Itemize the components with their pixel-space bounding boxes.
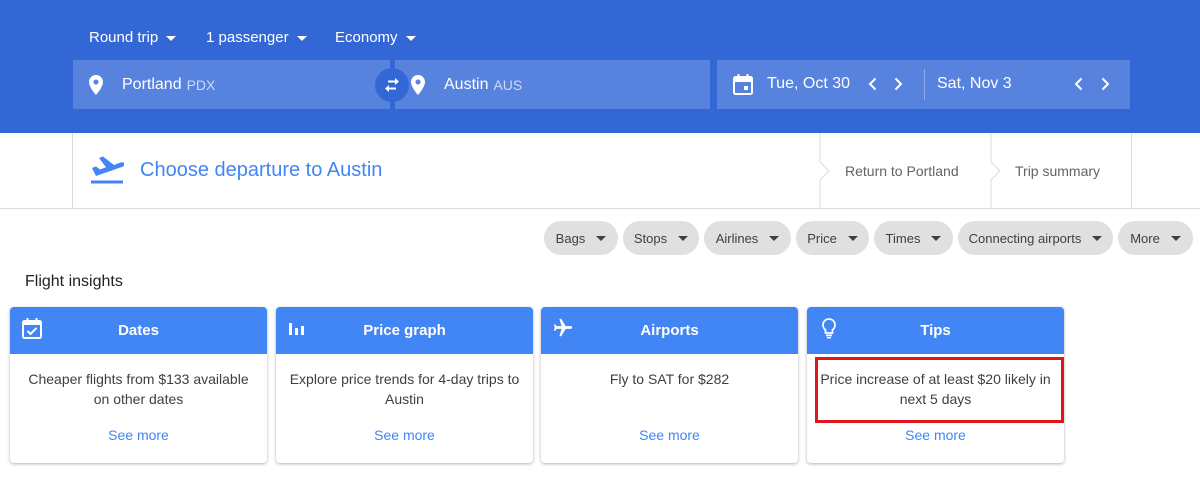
- caret-down-icon: [769, 236, 780, 241]
- highlight-box: [815, 357, 1064, 423]
- card-title: Airports: [640, 322, 699, 339]
- filter-connecting-airports[interactable]: Connecting airports: [958, 221, 1113, 255]
- chevron-left-icon: [1074, 77, 1083, 91]
- swap-locations-button[interactable]: [375, 68, 409, 102]
- filter-price[interactable]: Price: [796, 221, 869, 255]
- filter-label: Connecting airports: [968, 230, 1082, 246]
- filter-label: Stops: [633, 230, 668, 246]
- card-body: Explore price trends for 4-day trips to …: [289, 371, 520, 407]
- passengers-label: 1 passenger: [206, 28, 289, 46]
- caret-down-icon: [596, 236, 607, 241]
- flight-takeoff-icon: [91, 156, 124, 184]
- cabin-class-dropdown[interactable]: Economy: [335, 27, 416, 47]
- return-date[interactable]: Sat, Nov 3: [937, 75, 1012, 93]
- insight-card-airports[interactable]: Airports Fly to SAT for $282 See more: [541, 307, 798, 463]
- caret-down-icon: [847, 236, 858, 241]
- calendar-icon: [733, 74, 753, 95]
- filter-stops[interactable]: Stops: [623, 221, 699, 255]
- filter-bags[interactable]: Bags: [544, 221, 618, 255]
- current-step-title: Choose departure to Austin: [140, 159, 383, 181]
- passengers-dropdown[interactable]: 1 passenger: [206, 27, 307, 47]
- departure-date[interactable]: Tue, Oct 30: [767, 75, 850, 93]
- see-more-link[interactable]: See more: [374, 427, 435, 443]
- location-pin-icon: [411, 74, 425, 95]
- filter-more[interactable]: More: [1118, 221, 1193, 255]
- filter-label: More: [1130, 230, 1160, 246]
- card-header: Airports: [541, 307, 798, 354]
- step-return[interactable]: Return to Portland: [845, 163, 959, 179]
- caret-down-icon: [1092, 236, 1103, 241]
- caret-down-icon: [931, 236, 942, 241]
- trip-type-label: Round trip: [89, 28, 159, 46]
- return-next-button[interactable]: [1097, 76, 1113, 92]
- cabin-class-label: Economy: [335, 28, 398, 46]
- see-more-link[interactable]: See more: [108, 427, 169, 443]
- search-header: Round trip 1 passenger Economy Portland …: [0, 0, 1200, 133]
- card-header: Price graph: [276, 307, 533, 354]
- caret-down-icon: [166, 35, 177, 41]
- step-separator: [819, 133, 831, 209]
- destination-city: Austin: [444, 75, 489, 93]
- swap-arrows-icon: [385, 78, 399, 92]
- card-body: Cheaper flights from $133 available on o…: [28, 371, 249, 407]
- card-title: Price graph: [363, 322, 446, 339]
- date-selector: Tue, Oct 30 Sat, Nov 3: [717, 60, 1130, 109]
- card-header: Tips: [807, 307, 1064, 354]
- departure-next-button[interactable]: [890, 76, 906, 92]
- destination-code: AUS: [493, 76, 523, 93]
- see-more-link[interactable]: See more: [905, 427, 966, 443]
- caret-down-icon: [405, 35, 416, 41]
- return-prev-button[interactable]: [1071, 76, 1087, 92]
- chevron-right-icon: [894, 77, 903, 91]
- date-divider: [924, 69, 925, 100]
- step-separator: [990, 133, 1002, 209]
- destination-input[interactable]: Austin AUS: [395, 60, 710, 109]
- divider: [0, 208, 1200, 209]
- origin-city: Portland: [122, 75, 182, 93]
- departure-prev-button[interactable]: [865, 76, 881, 92]
- location-pin-icon: [89, 74, 103, 95]
- card-body: Fly to SAT for $282: [609, 371, 730, 387]
- caret-down-icon: [296, 35, 307, 41]
- filter-label: Airlines: [715, 230, 759, 246]
- see-more-link[interactable]: See more: [639, 427, 700, 443]
- chevron-left-icon: [868, 77, 877, 91]
- origin-code: PDX: [186, 76, 216, 93]
- caret-down-icon: [1170, 236, 1181, 241]
- step-trip-summary[interactable]: Trip summary: [1015, 163, 1100, 179]
- filter-label: Price: [807, 230, 837, 246]
- card-title: Dates: [118, 322, 159, 339]
- filter-times[interactable]: Times: [874, 221, 953, 255]
- filter-label: Bags: [555, 230, 586, 246]
- filter-label: Times: [885, 230, 921, 246]
- insights-heading: Flight insights: [25, 273, 123, 290]
- origin-input[interactable]: Portland PDX: [73, 60, 390, 109]
- insight-card-price-graph[interactable]: Price graph Explore price trends for 4-d…: [276, 307, 533, 463]
- card-title: Tips: [920, 322, 951, 339]
- card-header: Dates: [10, 307, 267, 354]
- insight-card-dates[interactable]: Dates Cheaper flights from $133 availabl…: [10, 307, 267, 463]
- chevron-right-icon: [1101, 77, 1110, 91]
- caret-down-icon: [678, 236, 689, 241]
- filter-airlines[interactable]: Airlines: [704, 221, 791, 255]
- trip-type-dropdown[interactable]: Round trip: [89, 27, 177, 47]
- booking-steps: Choose departure to Austin Return to Por…: [72, 133, 1132, 209]
